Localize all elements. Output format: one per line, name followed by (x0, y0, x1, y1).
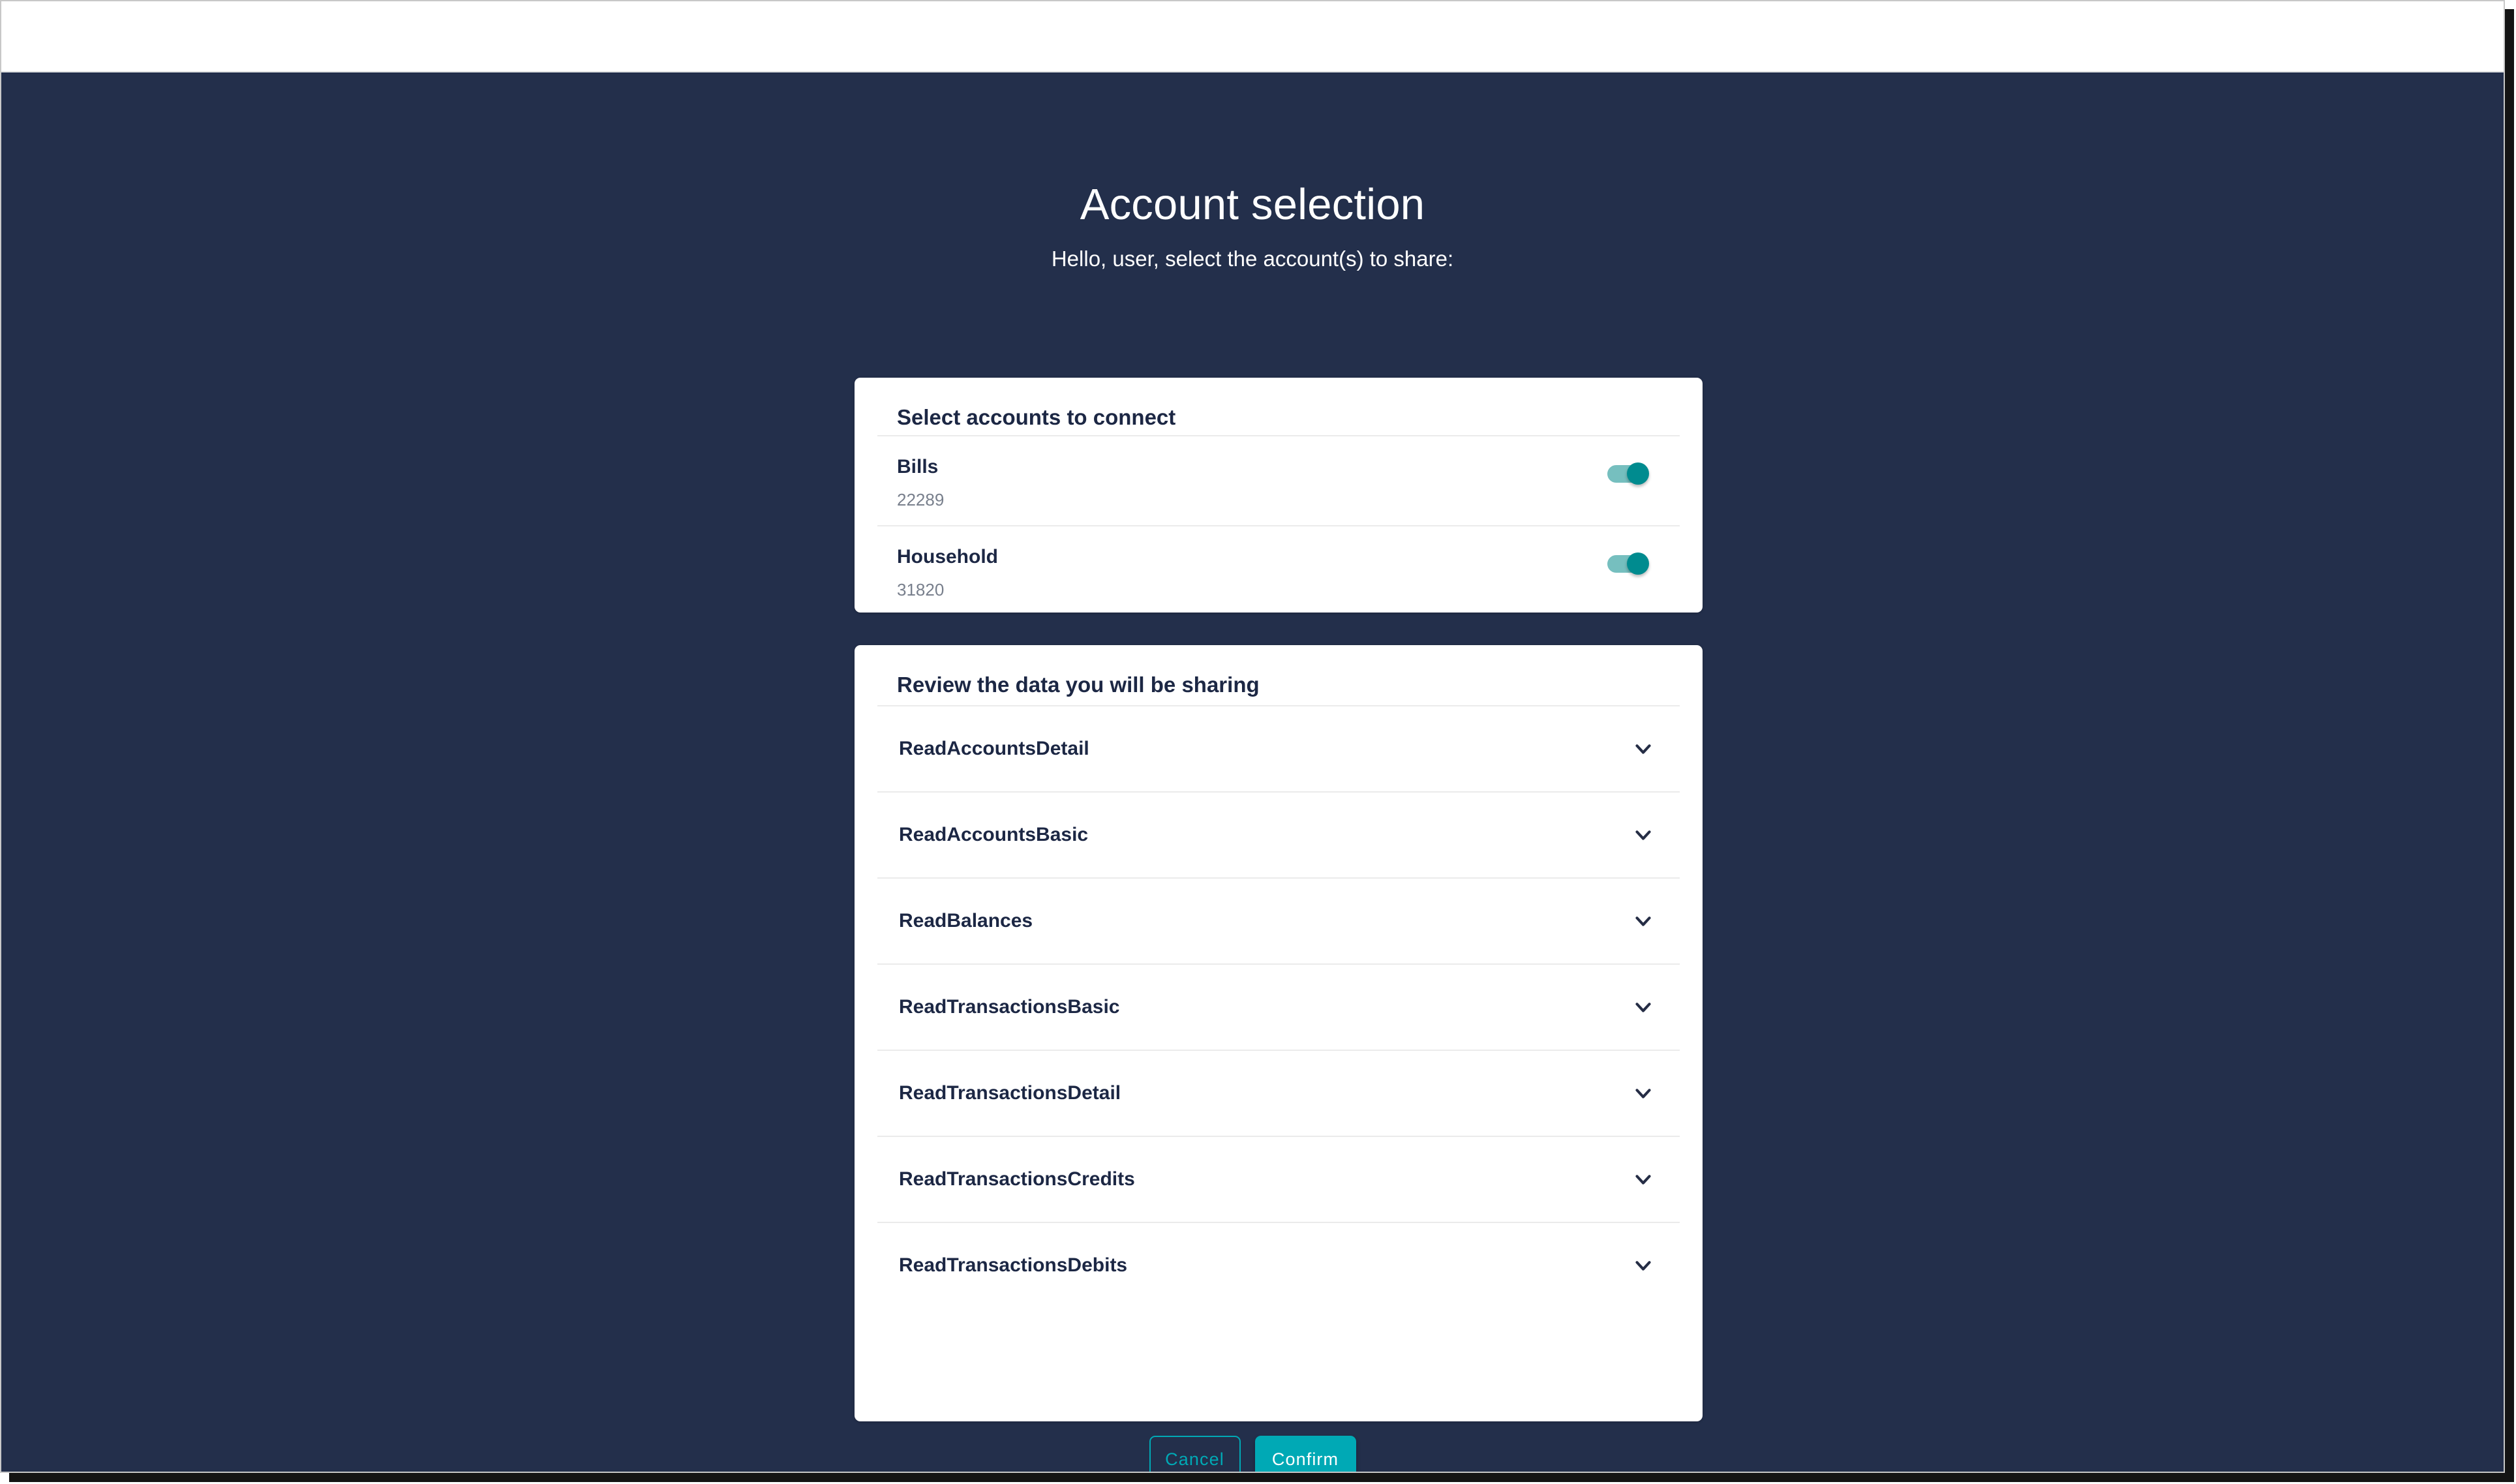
chevron-down-icon[interactable] (1631, 995, 1656, 1020)
chevron-down-icon[interactable] (1631, 823, 1656, 847)
permission-label: ReadTransactionsCredits (899, 1168, 1135, 1190)
account-name: Household (897, 546, 998, 568)
account-toggle-household[interactable] (1607, 553, 1649, 575)
toggle-knob (1627, 553, 1649, 575)
browser-window: Account selection Hello, user, select th… (0, 0, 2505, 1473)
account-toggle-bills[interactable] (1607, 462, 1649, 485)
permission-row-readaccountsbasic[interactable]: ReadAccountsBasic (855, 793, 1703, 877)
confirm-button[interactable]: Confirm (1254, 1436, 1356, 1472)
toggle-knob (1627, 462, 1649, 485)
permission-label: ReadTransactionsDebits (899, 1254, 1128, 1276)
review-data-card-title: Review the data you will be sharing (897, 673, 1260, 697)
cancel-button[interactable]: Cancel (1149, 1436, 1241, 1472)
account-name: Bills (897, 456, 939, 477)
permission-row-readtransactionsbasic[interactable]: ReadTransactionsBasic (855, 965, 1703, 1050)
account-row-household[interactable]: Household 31820 (855, 526, 1703, 615)
permission-label: ReadBalances (899, 910, 1033, 931)
footer-actions: Cancel Confirm (1, 1436, 2504, 1472)
account-row-bills[interactable]: Bills 22289 (855, 436, 1703, 525)
page-content: Account selection Hello, user, select th… (1, 72, 2504, 1472)
browser-toolbar (1, 1, 2504, 72)
permission-row-readtransactionsdetail[interactable]: ReadTransactionsDetail (855, 1051, 1703, 1136)
chevron-down-icon[interactable] (1631, 736, 1656, 761)
account-number: 31820 (897, 580, 945, 599)
chevron-down-icon[interactable] (1631, 1167, 1656, 1192)
permission-row-readaccountsdetail[interactable]: ReadAccountsDetail (855, 706, 1703, 791)
chevron-down-icon[interactable] (1631, 909, 1656, 933)
chevron-down-icon[interactable] (1631, 1081, 1656, 1106)
permission-row-readbalances[interactable]: ReadBalances (855, 879, 1703, 963)
review-data-card: Review the data you will be sharing Read… (855, 645, 1703, 1421)
page-subtitle: Hello, user, select the account(s) to sh… (1051, 247, 1454, 271)
chevron-down-icon[interactable] (1631, 1253, 1656, 1278)
select-accounts-card-title: Select accounts to connect (897, 405, 1176, 429)
permission-row-readtransactionscredits[interactable]: ReadTransactionsCredits (855, 1137, 1703, 1222)
permission-label: ReadTransactionsDetail (899, 1082, 1121, 1104)
page-title: Account selection (1080, 180, 1425, 229)
select-accounts-card: Select accounts to connect Bills 22289 H… (855, 378, 1703, 613)
permission-row-readtransactionsdebits[interactable]: ReadTransactionsDebits (855, 1223, 1703, 1308)
permission-label: ReadAccountsBasic (899, 824, 1089, 845)
permission-label: ReadAccountsDetail (899, 738, 1089, 759)
permission-label: ReadTransactionsBasic (899, 996, 1120, 1018)
account-number: 22289 (897, 490, 945, 509)
